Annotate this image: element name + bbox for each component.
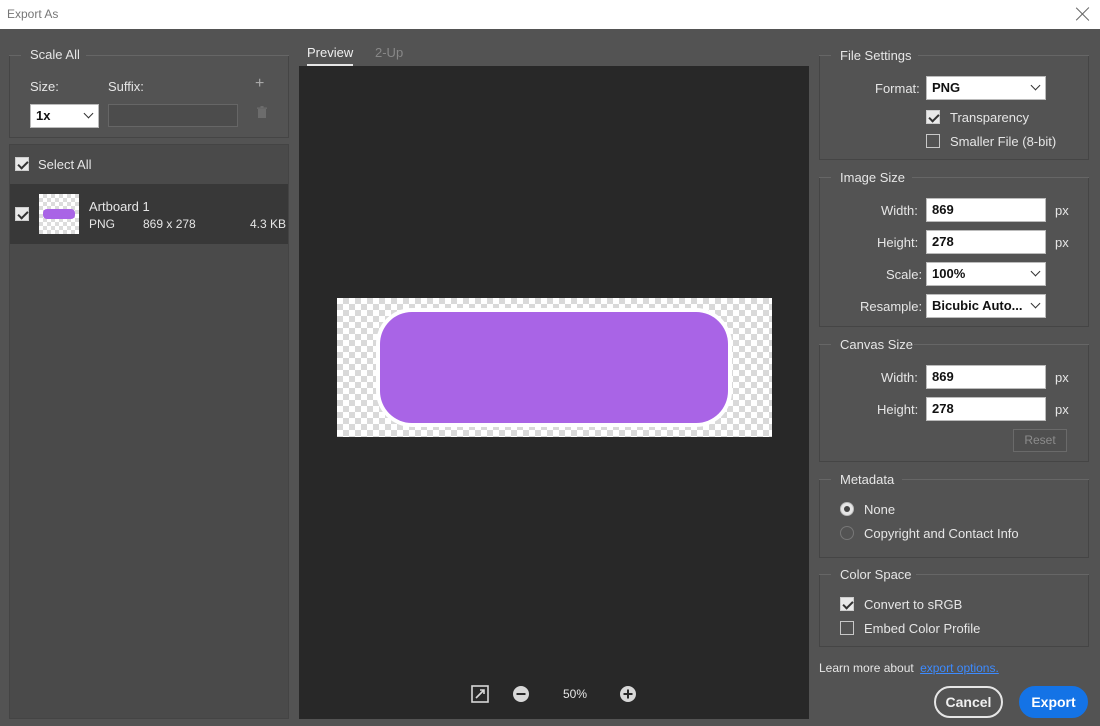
- format-label: Format:: [875, 81, 920, 96]
- image-height-unit: px: [1055, 235, 1069, 250]
- canvas-width-unit: px: [1055, 370, 1069, 385]
- format-value: PNG: [932, 80, 961, 95]
- image-height-input[interactable]: 278: [926, 230, 1046, 254]
- size-dropdown[interactable]: 1x: [30, 104, 99, 128]
- size-value: 1x: [36, 108, 51, 123]
- artboard-name: Artboard 1: [89, 199, 150, 214]
- learn-more-text: Learn more about export options.: [819, 661, 999, 675]
- close-icon[interactable]: [1075, 6, 1091, 22]
- divider: [819, 177, 831, 178]
- metadata-copyright-radio[interactable]: [840, 526, 854, 540]
- artboard-dimensions: 869 x 278: [143, 217, 196, 231]
- canvas-height-input[interactable]: 278: [926, 397, 1046, 421]
- select-all-checkbox[interactable]: [15, 157, 29, 171]
- learn-more-label: Learn more about: [819, 661, 914, 675]
- image-width-input[interactable]: 869: [926, 198, 1046, 222]
- image-width-unit: px: [1055, 203, 1069, 218]
- export-button[interactable]: Export: [1019, 686, 1088, 718]
- divider: [918, 55, 1089, 56]
- artboard-thumbnail: [39, 194, 79, 234]
- canvas-height-label: Height:: [877, 402, 919, 417]
- embed-profile-label: Embed Color Profile: [864, 621, 981, 636]
- divider: [86, 55, 289, 56]
- scale-all-title: Scale All: [30, 47, 80, 62]
- smaller-file-checkbox[interactable]: [926, 134, 940, 148]
- artboard-format: PNG: [89, 217, 116, 231]
- embed-profile-checkbox[interactable]: [840, 621, 854, 635]
- trash-icon[interactable]: [256, 106, 268, 119]
- canvas-size-title: Canvas Size: [840, 337, 913, 352]
- divider: [819, 574, 831, 575]
- metadata-group: [819, 479, 1089, 558]
- convert-srgb-checkbox[interactable]: [840, 597, 854, 611]
- chevron-down-icon: [1030, 298, 1041, 309]
- resample-value: Bicubic Auto...: [932, 298, 1023, 313]
- chevron-down-icon: [1030, 80, 1041, 91]
- divider: [819, 479, 831, 480]
- cancel-button[interactable]: Cancel: [934, 686, 1003, 718]
- chevron-down-icon: [1030, 266, 1041, 277]
- artboard-filesize: 4.3 KB: [250, 217, 287, 231]
- divider: [914, 344, 1089, 345]
- export-options-link[interactable]: export options.: [920, 661, 999, 675]
- canvas-width-label: Width:: [881, 370, 918, 385]
- divider: [916, 574, 1089, 575]
- fit-view-icon[interactable]: [471, 685, 489, 703]
- chevron-down-icon: [83, 108, 94, 119]
- resample-label: Resample:: [860, 299, 923, 314]
- title-bar: Export As: [0, 0, 1100, 29]
- divider: [9, 55, 21, 56]
- smaller-file-label: Smaller File (8-bit): [950, 134, 1057, 149]
- transparency-checkbox[interactable]: [926, 110, 940, 124]
- select-all-label: Select All: [38, 157, 92, 172]
- suffix-label: Suffix:: [108, 79, 144, 94]
- plus-icon[interactable]: +: [255, 75, 264, 93]
- image-height-label: Height:: [877, 235, 919, 250]
- window-title: Export As: [7, 7, 59, 21]
- artboard-thumbnail-shape: [43, 209, 75, 219]
- reset-button[interactable]: Reset: [1013, 429, 1067, 452]
- transparency-label: Transparency: [950, 110, 1029, 125]
- divider: [912, 177, 1089, 178]
- metadata-none-label: None: [864, 502, 896, 517]
- divider: [819, 344, 831, 345]
- scale-value: 100%: [932, 266, 966, 281]
- metadata-none-radio[interactable]: [840, 502, 854, 516]
- canvas-width-input[interactable]: 869: [926, 365, 1046, 389]
- artwork-preview: [380, 312, 728, 423]
- zoom-in-icon[interactable]: [619, 685, 637, 703]
- scale-dropdown[interactable]: 100%: [926, 262, 1046, 286]
- divider: [819, 55, 831, 56]
- list-item[interactable]: Artboard 1 PNG 869 x 278 4.3 KB: [10, 184, 288, 244]
- tab-2-up[interactable]: 2-Up: [375, 45, 403, 60]
- artboard-checkbox[interactable]: [15, 207, 29, 221]
- format-dropdown[interactable]: PNG: [926, 76, 1046, 100]
- metadata-copyright-label: Copyright and Contact Info: [864, 526, 1019, 541]
- convert-srgb-label: Convert to sRGB: [864, 597, 963, 612]
- suffix-input[interactable]: [108, 104, 238, 127]
- image-width-label: Width:: [881, 203, 918, 218]
- zoom-out-icon[interactable]: [512, 685, 530, 703]
- scale-label: Scale:: [886, 267, 923, 282]
- tab-preview[interactable]: Preview: [307, 45, 354, 66]
- canvas-height-unit: px: [1055, 402, 1069, 417]
- image-size-title: Image Size: [840, 170, 906, 185]
- resample-dropdown[interactable]: Bicubic Auto...: [926, 294, 1046, 318]
- color-space-title: Color Space: [840, 567, 912, 582]
- size-label: Size:: [30, 79, 59, 94]
- zoom-level: 50%: [563, 687, 588, 701]
- divider: [902, 479, 1089, 480]
- file-settings-title: File Settings: [840, 48, 912, 63]
- metadata-title: Metadata: [840, 472, 895, 487]
